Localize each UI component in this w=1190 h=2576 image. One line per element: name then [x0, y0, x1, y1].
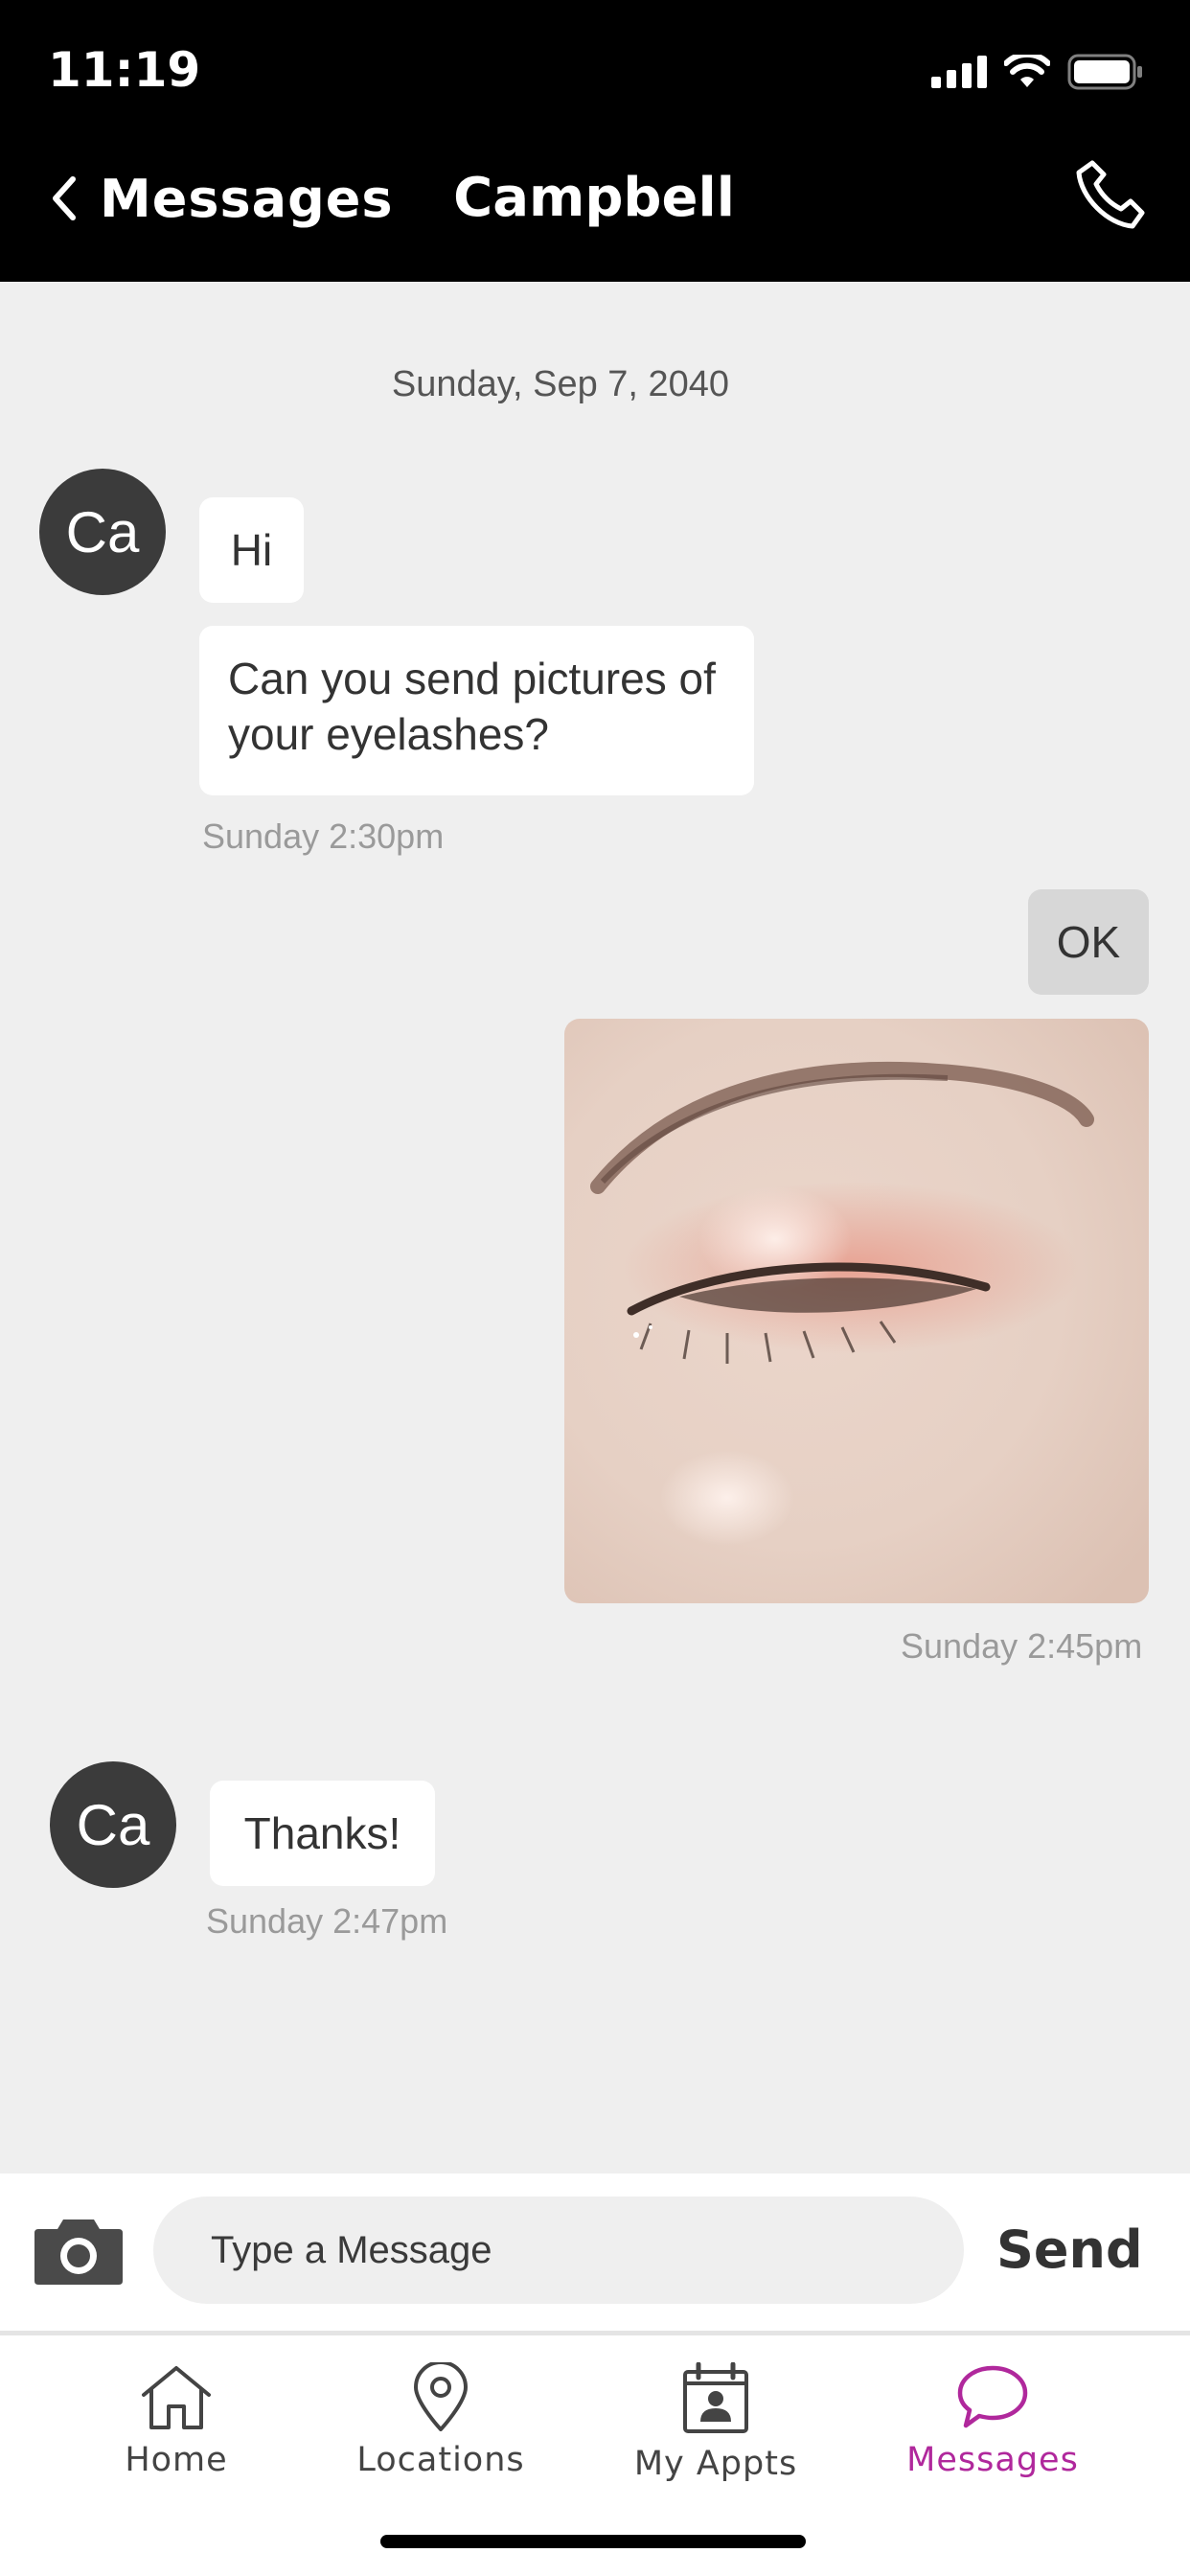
location-pin-icon: [414, 2362, 468, 2431]
camera-icon: [34, 2220, 123, 2285]
chevron-left-icon: [53, 176, 76, 220]
camera-button[interactable]: [34, 2220, 123, 2285]
tab-label: My Appts: [633, 2445, 798, 2483]
chat-thread[interactable]: Sunday, Sep 7, 2040 Ca Hi Can you send p…: [0, 282, 1190, 2174]
conversation-title: Campbell: [453, 167, 735, 229]
message-composer: Send: [0, 2174, 1190, 2331]
top-header: 11:19 Messages Campbell: [0, 0, 1190, 282]
tab-label: Locations: [356, 2441, 525, 2479]
message-timestamp: Sunday 2:47pm: [206, 1901, 448, 1941]
avatar: Ca: [39, 469, 166, 595]
calendar-person-icon: [683, 2362, 748, 2433]
wifi-icon: [1004, 55, 1050, 87]
tab-label: Home: [125, 2441, 228, 2479]
chat-bubble-icon: [957, 2365, 1028, 2428]
call-button[interactable]: [1071, 157, 1148, 234]
back-button[interactable]: Messages: [50, 165, 394, 232]
signal-icon: [931, 56, 987, 88]
battery-icon: [1067, 54, 1142, 90]
back-label: Messages: [100, 168, 394, 229]
message-timestamp: Sunday 2:30pm: [202, 816, 445, 856]
tab-label: Messages: [906, 2441, 1079, 2479]
message-bubble-incoming: Hi: [199, 497, 304, 603]
message-input[interactable]: [153, 2196, 964, 2304]
tab-locations[interactable]: Locations: [316, 2362, 565, 2525]
home-icon: [142, 2366, 211, 2429]
message-bubble-incoming: Thanks!: [210, 1781, 435, 1886]
phone-icon: [1076, 160, 1145, 229]
sent-photo[interactable]: [564, 1019, 1149, 1603]
avatar: Ca: [50, 1761, 176, 1888]
message-bubble-outgoing: OK: [1028, 889, 1149, 995]
message-timestamp: Sunday 2:45pm: [901, 1626, 1143, 1666]
tab-my-appts[interactable]: My Appts: [591, 2362, 840, 2525]
tab-messages[interactable]: Messages: [868, 2362, 1117, 2525]
message-bubble-incoming: Can you send pictures of your eyelashes?: [199, 626, 754, 795]
home-indicator[interactable]: [380, 2535, 806, 2548]
date-separator: Sunday, Sep 7, 2040: [391, 364, 730, 404]
status-icons: [931, 54, 1144, 90]
status-time: 11:19: [48, 42, 201, 98]
tab-home[interactable]: Home: [52, 2362, 301, 2525]
send-button[interactable]: Send: [996, 2196, 1143, 2304]
eye-photo-image: [564, 1019, 1149, 1603]
